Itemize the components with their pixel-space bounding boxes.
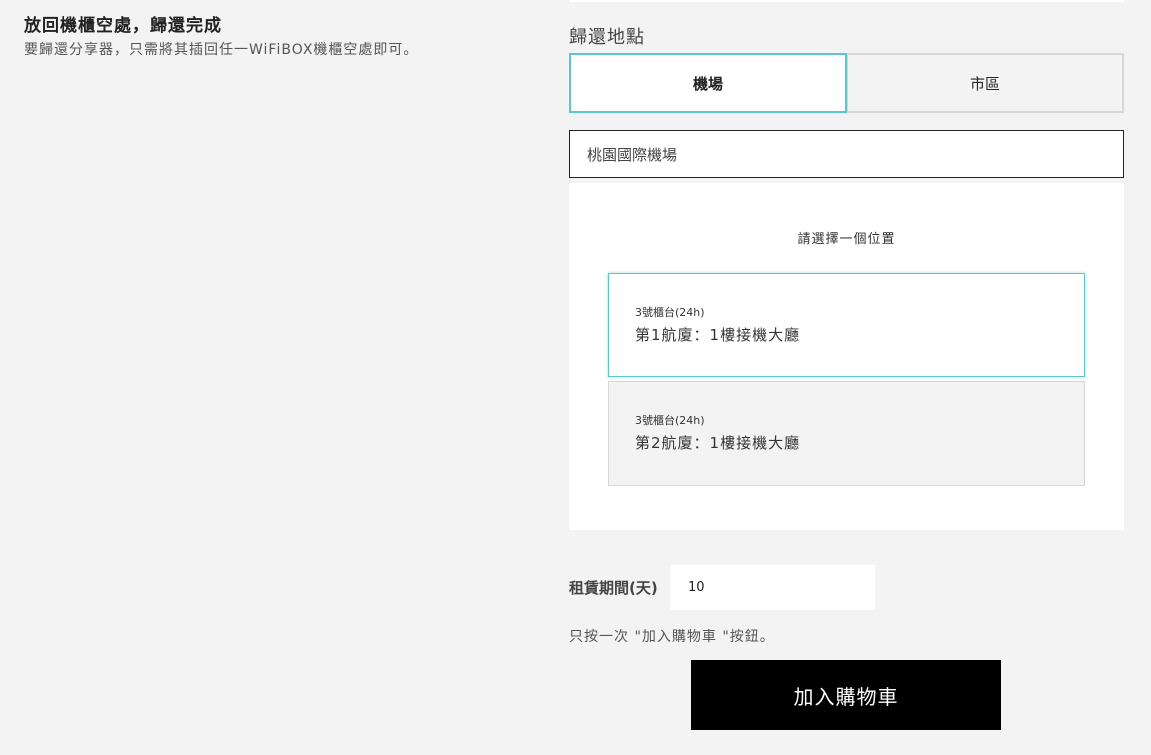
step-title: 放回機櫃空處，歸還完成 xyxy=(24,16,222,36)
tab-city[interactable]: 市區 xyxy=(847,53,1124,113)
product-page: 放回機櫃空處，歸還完成 要歸還分享器，只需將其插回任一WiFiBOX機櫃空處即可… xyxy=(0,0,1151,755)
location-name: 第1航廈：1樓接機大廳 xyxy=(635,326,801,344)
return-location-label: 歸還地點 xyxy=(569,27,645,48)
location-option-terminal-1[interactable]: 3號櫃台(24h) 第1航廈：1樓接機大廳 xyxy=(608,273,1085,377)
location-counter: 3號櫃台(24h) xyxy=(635,306,705,319)
select-location-hint: 請選擇一個位置 xyxy=(797,232,896,247)
add-to-cart-button[interactable]: 加入購物車 xyxy=(691,660,1001,730)
cart-note: 只按一次 "加入購物車 "按鈕。 xyxy=(569,629,775,645)
location-panel: 請選擇一個位置 3號櫃台(24h) 第1航廈：1樓接機大廳 3號櫃台(24h) … xyxy=(569,183,1124,530)
rental-period-input[interactable] xyxy=(670,565,875,610)
location-name: 第2航廈：1樓接機大廳 xyxy=(635,434,801,452)
top-divider xyxy=(569,0,1124,2)
location-option-terminal-2[interactable]: 3號櫃台(24h) 第2航廈：1樓接機大廳 xyxy=(608,381,1085,486)
return-info: 放回機櫃空處，歸還完成 要歸還分享器，只需將其插回任一WiFiBOX機櫃空處即可… xyxy=(24,14,524,60)
tab-airport[interactable]: 機場 xyxy=(569,53,847,113)
airport-select[interactable]: 桃園國際機場 xyxy=(569,130,1124,178)
rental-period-label: 租賃期間(天) xyxy=(569,579,658,597)
step-description: 要歸還分享器，只需將其插回任一WiFiBOX機櫃空處即可。 xyxy=(24,42,419,58)
location-type-tabs: 機場 市區 xyxy=(569,53,1124,113)
location-counter: 3號櫃台(24h) xyxy=(635,414,705,427)
